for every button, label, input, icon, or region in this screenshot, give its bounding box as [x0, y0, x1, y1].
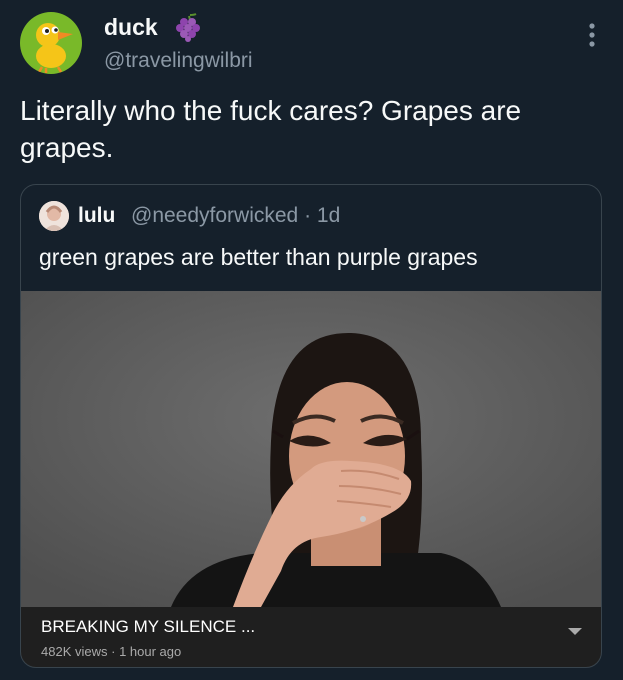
quote-age[interactable]: 1d: [317, 204, 340, 227]
quoted-tweet-card[interactable]: lulu @needyforwicked · 1d green grapes a…: [20, 184, 602, 668]
tweet-text: Literally who the fuck cares? Grapes are…: [20, 95, 522, 163]
video-frame-image: [21, 291, 601, 607]
quote-author-meta: @needyforwicked · 1d: [131, 202, 340, 230]
quote-author-name[interactable]: lulu: [78, 202, 115, 230]
video-views: 482K views: [41, 644, 108, 659]
author-avatar[interactable]: [20, 12, 82, 74]
quote-author-avatar[interactable]: [39, 201, 69, 231]
more-options-icon[interactable]: [582, 20, 602, 50]
quote-text: green grapes are better than purple grap…: [39, 244, 478, 270]
duck-icon: [36, 23, 73, 73]
quote-author-handle[interactable]: @needyforwicked: [131, 204, 298, 227]
avatar-photo-icon: [39, 201, 69, 231]
chevron-down-icon[interactable]: [567, 627, 583, 637]
video-age: 1 hour ago: [119, 644, 182, 659]
author-name[interactable]: duck: [104, 13, 158, 41]
video-thumbnail[interactable]: BREAKING MY SILENCE ... 482K views · 1 h…: [21, 291, 601, 667]
author-handle[interactable]: @travelingwilbri: [104, 48, 253, 74]
video-title[interactable]: BREAKING MY SILENCE ...: [41, 616, 255, 638]
video-meta-separator: ·: [111, 644, 116, 659]
video-info-bar[interactable]: BREAKING MY SILENCE ... 482K views · 1 h…: [21, 607, 601, 667]
grapes-icon: [176, 13, 200, 42]
video-meta: 482K views · 1 hour ago: [41, 644, 181, 660]
quote-meta-separator: ·: [304, 204, 312, 227]
